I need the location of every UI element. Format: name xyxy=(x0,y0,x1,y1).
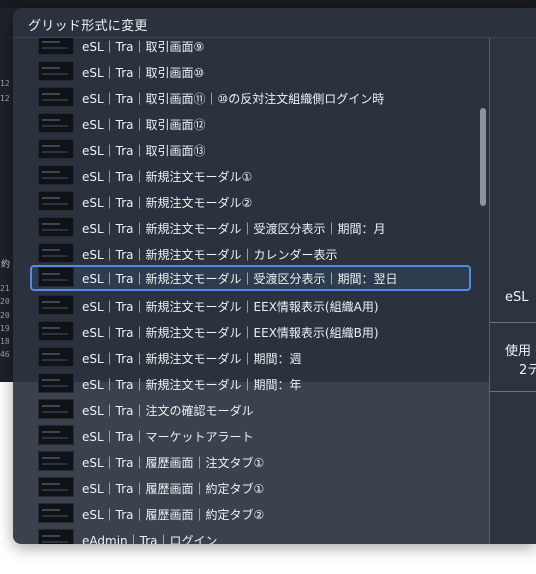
thumbnail xyxy=(38,165,74,185)
list-item[interactable]: eSL｜Tra｜新規注文モーダル｜EEX情報表示(組織A用) xyxy=(30,293,471,317)
list-item-selected[interactable]: eSL｜Tra｜新規注文モーダル｜受渡区分表示｜期間：翌日 xyxy=(30,265,471,291)
list-item[interactable]: eSL｜Tra｜マーケットアラート xyxy=(30,423,471,447)
list-item[interactable]: eSL｜Tra｜取引画面⑬ xyxy=(30,137,471,161)
list-item-label: eSL｜Tra｜履歴画面｜約定タブ① xyxy=(82,482,265,496)
list-item[interactable]: eSL｜Tra｜取引画面⑪｜⑩の反対注文組織側ログイン時 xyxy=(30,85,471,109)
thumbnail xyxy=(38,477,74,497)
right-detail-panel: eSL 使用 2テ xyxy=(489,38,536,544)
background-number: 20 xyxy=(0,311,10,320)
list-item-label: eSL｜Tra｜新規注文モーダル｜EEX情報表示(組織A用) xyxy=(82,300,379,314)
thumbnail xyxy=(38,321,74,341)
background-number: 20 xyxy=(0,297,10,306)
background-number: 12 xyxy=(0,94,10,103)
list-item-label: eSL｜Tra｜注文の確認モーダル xyxy=(82,404,254,418)
thumbnail xyxy=(38,87,74,107)
grid-view-overlay: グリッド形式に変更 eSL｜Tra｜取引画面⑨ eSL｜Tra｜取引画面⑩ eS… xyxy=(13,8,536,544)
thumbnail xyxy=(38,529,74,544)
thumbnail xyxy=(38,373,74,393)
list-item[interactable]: eSL｜Tra｜新規注文モーダル② xyxy=(30,189,471,213)
background-number: 46 xyxy=(0,350,10,359)
thumbnail xyxy=(38,451,74,471)
list-item[interactable]: eSL｜Tra｜取引画面⑫ xyxy=(30,111,471,135)
list-item[interactable]: eSL｜Tra｜取引画面⑩ xyxy=(30,59,471,83)
list-item-label: eSL｜Tra｜取引画面⑨ xyxy=(82,40,205,54)
list-item-label: eSL｜Tra｜新規注文モーダル｜カレンダー表示 xyxy=(82,248,338,262)
list-item-label: eSL｜Tra｜新規注文モーダル｜EEX情報表示(組織B用) xyxy=(82,326,379,340)
background-top-strip xyxy=(0,0,536,8)
list-item-label: eSL｜Tra｜取引画面⑬ xyxy=(82,144,206,158)
list-item[interactable]: eSL｜Tra｜履歴画面｜注文タブ① xyxy=(30,449,471,473)
background-number: 12 xyxy=(0,79,10,88)
list-item[interactable]: eSL｜Tra｜新規注文モーダル｜カレンダー表示 xyxy=(30,241,471,265)
list-item-label: eSL｜Tra｜取引画面⑫ xyxy=(82,118,206,132)
thumbnail xyxy=(38,139,74,159)
list-item-label: eAdmin｜Tra｜ログイン xyxy=(82,534,218,544)
list-item-label: eSL｜Tra｜取引画面⑪｜⑩の反対注文組織側ログイン時 xyxy=(82,92,385,106)
background-number: 18 xyxy=(0,337,10,346)
thumbnail xyxy=(38,347,74,367)
background-number: 21 xyxy=(0,284,10,293)
thumbnail xyxy=(38,217,74,237)
list-item-label: eSL｜Tra｜取引画面⑩ xyxy=(82,66,205,80)
list-item-label: eSL｜Tra｜新規注文モーダル｜期間：週 xyxy=(82,352,302,366)
list-item[interactable]: eSL｜Tra｜注文の確認モーダル xyxy=(30,397,471,421)
right-panel-label: eSL xyxy=(505,290,529,305)
list-item-label: eSL｜Tra｜マーケットアラート xyxy=(82,430,254,444)
list-item-label: eSL｜Tra｜履歴画面｜注文タブ① xyxy=(82,456,265,470)
list-item[interactable]: eSL｜Tra｜新規注文モーダル｜受渡区分表示｜期間：月 xyxy=(30,215,471,239)
thumbnail xyxy=(38,191,74,211)
list-item[interactable]: eSL｜Tra｜履歴画面｜約定タブ① xyxy=(30,475,471,499)
list-item-label: eSL｜Tra｜新規注文モーダル① xyxy=(82,170,253,184)
divider xyxy=(490,391,536,392)
divider xyxy=(490,322,536,323)
frame-list: eSL｜Tra｜取引画面⑨ eSL｜Tra｜取引画面⑩ eSL｜Tra｜取引画面… xyxy=(13,38,489,544)
list-item[interactable]: eSL｜Tra｜新規注文モーダル｜期間：年 xyxy=(30,371,471,395)
thumbnail xyxy=(38,295,74,315)
list-item[interactable]: eSL｜Tra｜履歴画面｜約定タブ② xyxy=(30,501,471,525)
list-item-label: eSL｜Tra｜新規注文モーダル｜期間：年 xyxy=(82,378,302,392)
thumbnail xyxy=(38,61,74,81)
overlay-header: グリッド形式に変更 xyxy=(13,8,536,38)
list-item[interactable]: eSL｜Tra｜新規注文モーダル① xyxy=(30,163,471,187)
list-item-label: eSL｜Tra｜新規注文モーダル｜受渡区分表示｜期間：月 xyxy=(82,222,386,236)
right-panel-label: 使用 xyxy=(505,344,532,359)
thumbnail xyxy=(38,243,74,263)
thumbnail xyxy=(38,399,74,419)
list-item[interactable]: eSL｜Tra｜新規注文モーダル｜EEX情報表示(組織B用) xyxy=(30,319,471,343)
thumbnail xyxy=(38,425,74,445)
thumbnail xyxy=(38,38,74,55)
right-panel-label: 2テ xyxy=(519,363,536,378)
thumbnail xyxy=(38,503,74,523)
grid-view-toggle[interactable]: グリッド形式に変更 xyxy=(28,15,148,34)
list-item-label: eSL｜Tra｜新規注文モーダル② xyxy=(82,196,253,210)
background-number: 19 xyxy=(0,324,10,333)
thumbnail xyxy=(38,113,74,133)
list-item[interactable]: eSL｜Tra｜新規注文モーダル｜期間：週 xyxy=(30,345,471,369)
background-label: 約 xyxy=(1,260,11,270)
list-item[interactable]: eSL｜Tra｜取引画面⑨ xyxy=(30,38,471,57)
thumbnail xyxy=(38,267,74,287)
list-item-label: eSL｜Tra｜新規注文モーダル｜受渡区分表示｜期間：翌日 xyxy=(82,272,398,286)
list-item-label: eSL｜Tra｜履歴画面｜約定タブ② xyxy=(82,508,265,522)
list-item[interactable]: eAdmin｜Tra｜ログイン xyxy=(30,527,471,544)
list-scrollbar[interactable] xyxy=(480,108,486,206)
